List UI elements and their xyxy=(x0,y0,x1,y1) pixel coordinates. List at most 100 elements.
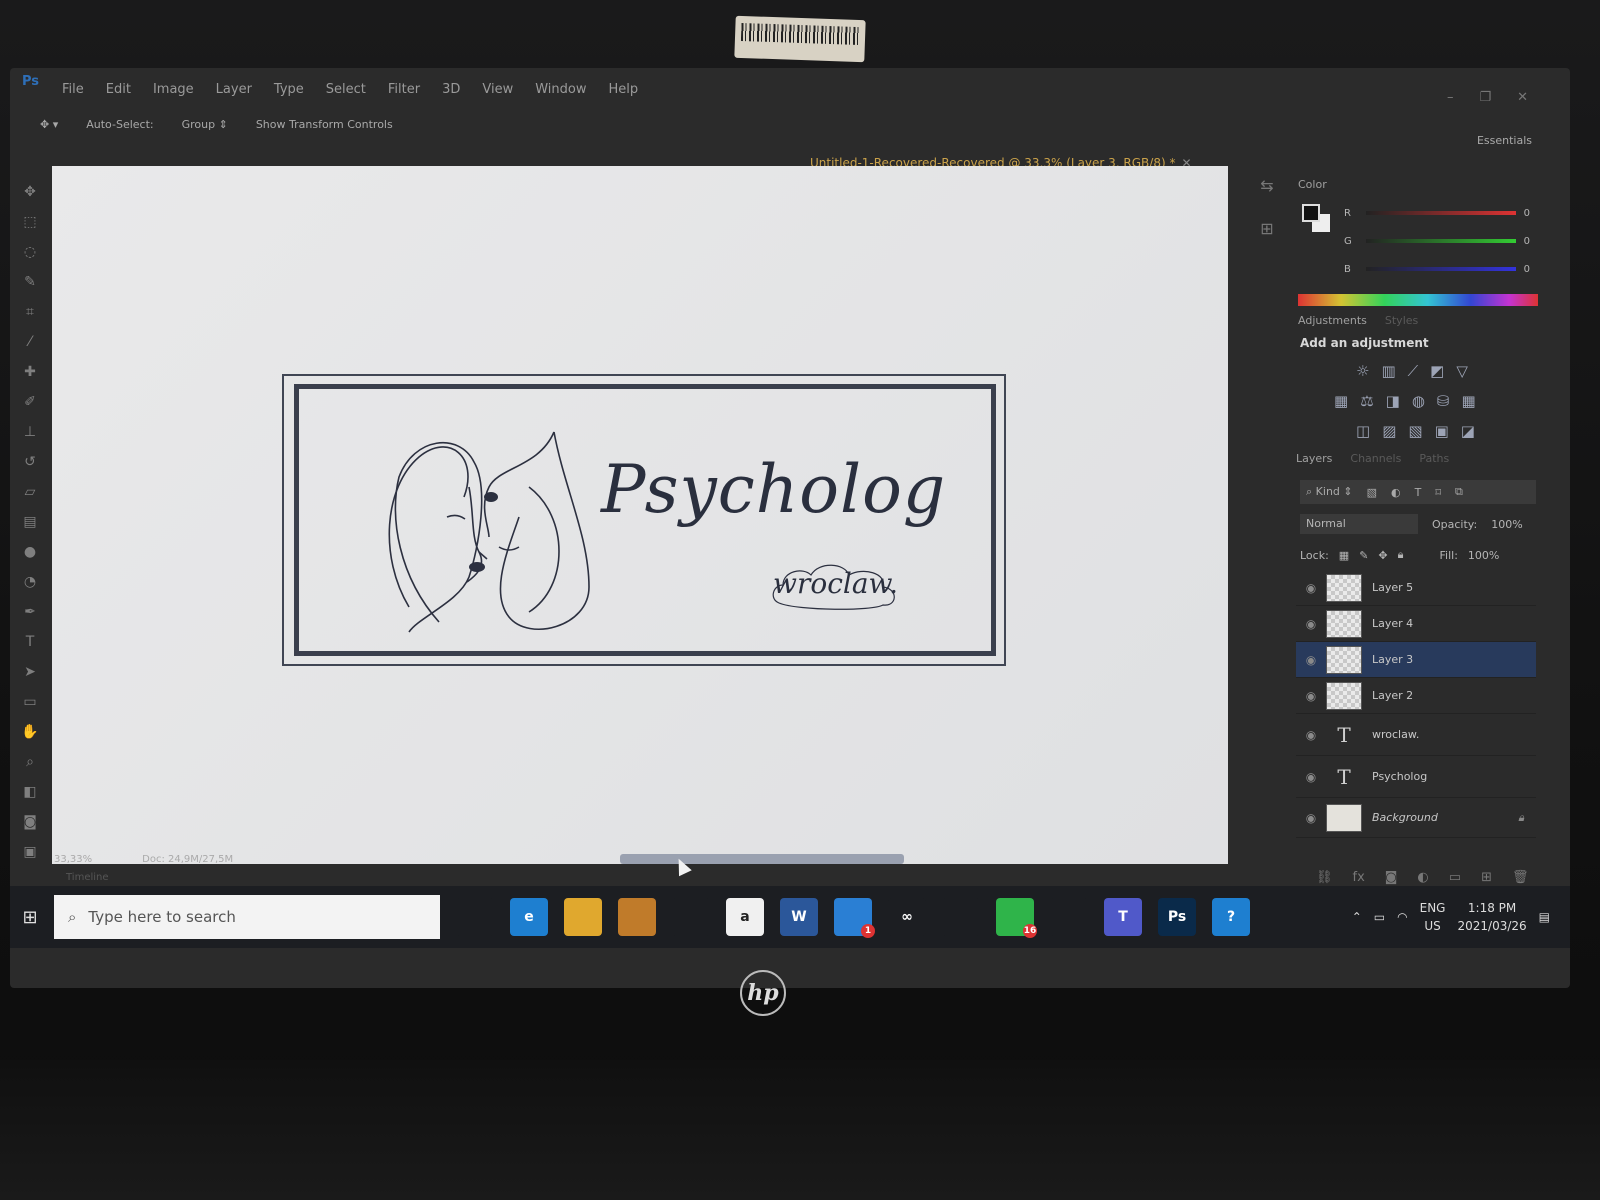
red-slider[interactable]: R 0 xyxy=(1344,206,1530,220)
lock-transparency-icon[interactable]: ▦ xyxy=(1339,549,1349,562)
history-icon[interactable]: ⇆ xyxy=(1260,176,1273,195)
green-value[interactable]: 0 xyxy=(1524,236,1530,247)
layer-style-icon[interactable]: fx xyxy=(1353,870,1365,885)
chevron-up-icon[interactable]: ⌃ xyxy=(1352,910,1362,924)
move-tool-icon[interactable]: ✥ xyxy=(19,182,41,202)
new-layer-icon[interactable]: ⊞ xyxy=(1481,870,1492,885)
smart-object-filter-icon[interactable]: ⧉ xyxy=(1455,485,1463,499)
menu-image[interactable]: Image xyxy=(153,82,194,97)
lock-position-icon[interactable]: ✥ xyxy=(1378,549,1387,562)
move-tool-icon[interactable]: ✥ ▾ xyxy=(40,118,58,131)
close-icon[interactable]: ✕ xyxy=(1517,90,1528,105)
menu-file[interactable]: File xyxy=(62,82,84,97)
add-mask-icon[interactable]: ◙ xyxy=(1385,870,1398,885)
menu-window[interactable]: Window xyxy=(535,82,586,97)
zoom-tool-icon[interactable]: ⌕ xyxy=(19,752,41,772)
visibility-eye-icon[interactable]: ◉ xyxy=(1296,728,1326,742)
color-spectrum[interactable] xyxy=(1298,294,1538,306)
black-white-icon[interactable]: ◨ xyxy=(1386,392,1400,410)
photoshop-icon[interactable]: Ps xyxy=(1158,898,1196,936)
visibility-eye-icon[interactable]: ◉ xyxy=(1296,811,1326,825)
adjustment-filter-icon[interactable]: ◐ xyxy=(1391,486,1401,499)
group-select[interactable]: Group ⇕ xyxy=(182,118,228,131)
foreground-color-swatch[interactable] xyxy=(1302,204,1320,222)
color-swatches-icon[interactable]: ◧ xyxy=(19,782,41,802)
history-brush-tool-icon[interactable]: ↺ xyxy=(19,452,41,472)
visibility-eye-icon[interactable]: ◉ xyxy=(1296,617,1326,631)
type-tool-icon[interactable]: T xyxy=(19,632,41,652)
layers-tab[interactable]: Layers xyxy=(1296,452,1332,465)
opacity-value[interactable]: 100% xyxy=(1491,518,1522,531)
layer-row[interactable]: ◉ T Psycholog xyxy=(1296,756,1536,798)
pixel-filter-icon[interactable]: ▧ xyxy=(1367,486,1377,499)
crop-tool-icon[interactable]: ⌗ xyxy=(19,302,41,322)
filter-kind-select[interactable]: ⌕ Kind ⇕ xyxy=(1306,485,1353,499)
photo-filter-icon[interactable]: ◍ xyxy=(1412,392,1425,410)
menu-3d[interactable]: 3D xyxy=(442,82,460,97)
amazon-icon[interactable]: a xyxy=(726,898,764,936)
healing-tool-icon[interactable]: ✚ xyxy=(19,362,41,382)
path-select-tool-icon[interactable]: ➤ xyxy=(19,662,41,682)
minimize-icon[interactable]: – xyxy=(1447,90,1454,105)
channels-tab[interactable]: Channels xyxy=(1350,452,1401,465)
store-icon[interactable] xyxy=(618,898,656,936)
eraser-tool-icon[interactable]: ▱ xyxy=(19,482,41,502)
menu-filter[interactable]: Filter xyxy=(388,82,420,97)
mail-icon[interactable]: 1 xyxy=(834,898,875,938)
hand-tool-icon[interactable]: ✋ xyxy=(19,722,41,742)
layer-row-selected[interactable]: ◉ Layer 3 xyxy=(1296,642,1536,678)
marquee-tool-icon[interactable]: ⬚ xyxy=(19,212,41,232)
network-icon[interactable]: ◠ xyxy=(1397,910,1407,924)
color-panel-title[interactable]: Color xyxy=(1298,178,1538,191)
dodge-tool-icon[interactable]: ◔ xyxy=(19,572,41,592)
new-group-icon[interactable]: ▭ xyxy=(1449,870,1461,885)
menu-view[interactable]: View xyxy=(482,82,513,97)
delete-layer-icon[interactable]: 🗑︎ xyxy=(1512,870,1529,885)
visibility-eye-icon[interactable]: ◉ xyxy=(1296,581,1326,595)
show-transform-controls-checkbox[interactable]: Show Transform Controls xyxy=(256,118,393,131)
teams-icon[interactable]: T xyxy=(1104,898,1142,936)
layer-row[interactable]: ◉ Layer 2 xyxy=(1296,678,1536,714)
hue-saturation-icon[interactable]: ▦ xyxy=(1334,392,1348,410)
blue-slider[interactable]: B 0 xyxy=(1344,262,1530,276)
properties-icon[interactable]: ⊞ xyxy=(1260,219,1273,238)
visibility-eye-icon[interactable]: ◉ xyxy=(1296,770,1326,784)
levels-icon[interactable]: ▥ xyxy=(1381,362,1395,380)
blue-value[interactable]: 0 xyxy=(1524,264,1530,275)
gradient-map-icon[interactable]: ▣ xyxy=(1435,422,1449,440)
invert-icon[interactable]: ◫ xyxy=(1356,422,1370,440)
curves-icon[interactable]: ⟋ xyxy=(1408,362,1419,380)
vibrance-icon[interactable]: ▽ xyxy=(1456,362,1468,380)
edge-icon[interactable]: e xyxy=(510,898,548,936)
menu-type[interactable]: Type xyxy=(274,82,304,97)
battery-icon[interactable]: ▭ xyxy=(1374,910,1385,924)
blur-tool-icon[interactable]: ● xyxy=(19,542,41,562)
shape-tool-icon[interactable]: ▭ xyxy=(19,692,41,712)
document-canvas[interactable]: Psycholog wroclaw. xyxy=(52,166,1228,864)
layer-row[interactable]: ◉ Layer 5 xyxy=(1296,570,1536,606)
chrome-icon[interactable] xyxy=(942,898,980,936)
clock[interactable]: 1:18 PM 2021/03/26 xyxy=(1457,899,1526,935)
file-explorer-icon[interactable] xyxy=(564,898,602,936)
link-layers-icon[interactable]: ⛓ xyxy=(1316,870,1333,885)
posterize-icon[interactable]: ▨ xyxy=(1382,422,1396,440)
green-slider[interactable]: G 0 xyxy=(1344,234,1530,248)
horizontal-scrollbar[interactable] xyxy=(620,854,904,864)
task-view-icon[interactable] xyxy=(456,898,494,936)
threshold-icon[interactable]: ▧ xyxy=(1408,422,1422,440)
workspace-switcher[interactable]: Essentials xyxy=(1477,134,1532,147)
dropbox-icon[interactable] xyxy=(672,898,710,936)
menu-help[interactable]: Help xyxy=(609,82,639,97)
channel-mixer-icon[interactable]: ⛁ xyxy=(1437,392,1450,410)
new-adjustment-icon[interactable]: ◐ xyxy=(1417,870,1428,885)
gradient-tool-icon[interactable]: ▤ xyxy=(19,512,41,532)
type-filter-icon[interactable]: T xyxy=(1415,486,1422,499)
language-indicator[interactable]: ENG US xyxy=(1420,899,1446,935)
infinity-icon[interactable]: ∞ xyxy=(888,898,926,936)
color-lookup-icon[interactable]: ▦ xyxy=(1462,392,1476,410)
lock-all-icon[interactable]: 🔒︎ xyxy=(1398,548,1404,562)
brightness-icon[interactable]: ☼ xyxy=(1356,362,1369,380)
chrome-profile-icon[interactable] xyxy=(1050,898,1088,936)
help-icon[interactable]: ? xyxy=(1212,898,1250,936)
lock-pixels-icon[interactable]: ✎ xyxy=(1359,549,1368,562)
